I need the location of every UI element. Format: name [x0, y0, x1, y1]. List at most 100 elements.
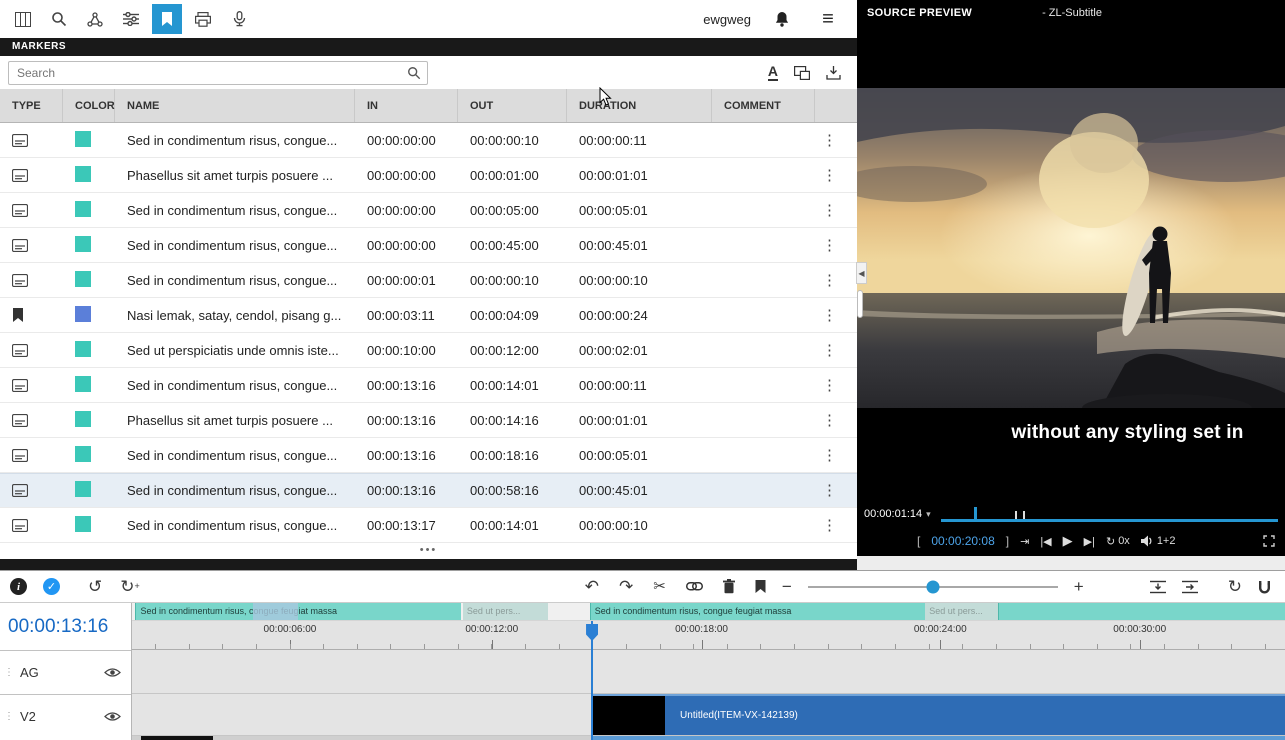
col-in[interactable]: IN [355, 89, 458, 122]
track-v2-lane[interactable]: Untitled(ITEM-VX-142139) [132, 694, 1285, 736]
table-row[interactable]: Sed in condimentum risus, congue... 00:0… [0, 508, 857, 543]
zoom-in-icon[interactable]: + [1074, 578, 1084, 595]
subtitle-clip[interactable] [253, 603, 298, 620]
snap-magnet-icon[interactable] [1258, 580, 1271, 594]
timeline-timecode[interactable]: 00:00:13:16 [0, 603, 131, 650]
table-row[interactable]: Phasellus sit amet turpis posuere ... 00… [0, 158, 857, 193]
col-out[interactable]: OUT [458, 89, 567, 122]
panel-grid-icon[interactable] [8, 4, 38, 34]
overlay-windows-icon[interactable] [792, 64, 812, 82]
history-undo-icon[interactable]: ↺ [88, 578, 102, 595]
next-frame-icon[interactable]: ▶| [1084, 535, 1095, 548]
table-row[interactable]: Sed in condimentum risus, congue... 00:0… [0, 193, 857, 228]
row-menu-icon[interactable]: ⋮ [816, 412, 843, 429]
preview-timecode[interactable]: 00:00:01:14 [864, 508, 922, 520]
microphone-icon[interactable] [224, 4, 254, 34]
zoom-slider-handle[interactable] [926, 580, 939, 593]
col-type[interactable]: TYPE [0, 89, 63, 122]
subtitle-clip[interactable]: Sed ut pers... [463, 603, 548, 620]
audio-channels[interactable]: 1+2 [1141, 535, 1176, 547]
table-row[interactable]: Sed in condimentum risus, congue... 00:0… [0, 438, 857, 473]
redo-icon[interactable]: ↷ [619, 578, 633, 595]
row-menu-icon[interactable]: ⋮ [816, 377, 843, 394]
track-drag-handle[interactable]: ⋮ [4, 711, 12, 722]
collapse-panel-icon[interactable]: ◀ [856, 262, 867, 284]
search-icon[interactable] [44, 4, 74, 34]
subtitle-clip[interactable]: Sed in condimentum risus, congue feugiat… [135, 603, 460, 620]
menu-icon[interactable]: ≡ [813, 4, 843, 34]
row-menu-icon[interactable]: ⋮ [816, 342, 843, 359]
add-marker-icon[interactable] [755, 580, 766, 593]
fullscreen-icon[interactable] [1263, 535, 1275, 547]
row-menu-icon[interactable]: ⋮ [816, 307, 843, 324]
sliders-icon[interactable] [116, 4, 146, 34]
delete-trash-icon[interactable] [723, 579, 735, 594]
refresh-timeline-icon[interactable]: ↻ [1228, 578, 1242, 595]
subtitle-clip[interactable]: Sed in condimentum risus, congue feugiat… [590, 603, 926, 620]
panel-resize-handle[interactable]: ••• [0, 543, 857, 559]
table-row[interactable]: Phasellus sit amet turpis posuere ... 00… [0, 403, 857, 438]
subtitle-clip[interactable]: Sed ut pers... [925, 603, 998, 620]
row-menu-icon[interactable]: ⋮ [816, 482, 843, 499]
info-icon[interactable]: i [10, 578, 27, 595]
scrubber-playhead[interactable] [974, 507, 977, 519]
device-icon[interactable] [188, 4, 218, 34]
col-duration[interactable]: DURATION [567, 89, 712, 122]
timeline-ruler[interactable]: 00:00:06:0000:00:12:0000:00:18:0000:00:2… [132, 621, 1285, 650]
track-header[interactable]: ⋮ V2 [0, 694, 131, 738]
refresh-add-icon[interactable]: ↻+ [120, 578, 140, 595]
track-partial-lane[interactable] [132, 736, 1285, 740]
row-menu-icon[interactable]: ⋮ [816, 447, 843, 464]
row-menu-icon[interactable]: ⋮ [816, 517, 843, 534]
overwrite-clip-icon[interactable] [1182, 580, 1198, 594]
panel-scrollbar[interactable] [857, 290, 863, 318]
table-row[interactable]: Sed in condimentum risus, congue... 00:0… [0, 263, 857, 298]
track-ag-lane[interactable] [132, 650, 1285, 694]
row-menu-icon[interactable]: ⋮ [816, 167, 843, 184]
import-markers-icon[interactable] [824, 63, 843, 82]
notifications-bell-icon[interactable] [767, 4, 797, 34]
video-preview[interactable] [857, 88, 1285, 408]
timeline-playhead[interactable] [591, 621, 593, 740]
timeline-tracks-area[interactable]: Sed in condimentum risus, congue feugiat… [132, 603, 1285, 740]
track-header[interactable]: ⋮ AG [0, 650, 131, 694]
username[interactable]: ewgweg [703, 12, 751, 27]
search-box[interactable] [8, 61, 428, 85]
table-row[interactable]: Sed ut perspiciatis unde omnis iste... 0… [0, 333, 857, 368]
track-visibility-eye-icon[interactable] [100, 667, 125, 678]
chevron-down-icon[interactable]: ▾ [926, 509, 931, 520]
goto-in-icon[interactable]: ⇥ [1020, 535, 1029, 548]
insert-clip-icon[interactable] [1150, 580, 1166, 594]
row-menu-icon[interactable]: ⋮ [816, 237, 843, 254]
row-menu-icon[interactable]: ⋮ [816, 202, 843, 219]
video-clip[interactable]: Untitled(ITEM-VX-142139) [592, 694, 1285, 735]
track-visibility-eye-icon[interactable] [100, 711, 125, 722]
play-icon[interactable]: ▶ [1063, 533, 1073, 549]
table-row[interactable]: Nasi lemak, satay, cendol, pisang g... 0… [0, 298, 857, 333]
table-row[interactable]: Sed in condimentum risus, congue... 00:0… [0, 123, 857, 158]
row-menu-icon[interactable]: ⋮ [816, 132, 843, 149]
markers-tool-button[interactable] [152, 4, 182, 34]
zoom-out-icon[interactable]: − [782, 578, 792, 595]
approve-check-icon[interactable]: ✓ [43, 578, 60, 595]
undo-icon[interactable]: ↶ [585, 578, 599, 595]
track-drag-handle[interactable]: ⋮ [4, 667, 12, 678]
table-row[interactable]: Sed in condimentum risus, congue... 00:0… [0, 368, 857, 403]
link-icon[interactable] [686, 582, 703, 591]
mark-in-bracket[interactable]: [ [917, 534, 920, 548]
col-comment[interactable]: COMMENT [712, 89, 815, 122]
preview-scrubber[interactable] [941, 506, 1278, 522]
zoom-slider[interactable] [808, 586, 1058, 588]
table-row[interactable]: Sed in condimentum risus, congue... 00:0… [0, 228, 857, 263]
col-name[interactable]: NAME [115, 89, 355, 122]
row-menu-icon[interactable]: ⋮ [816, 272, 843, 289]
search-input[interactable] [9, 66, 407, 80]
col-color[interactable]: COLOR [63, 89, 115, 122]
razor-scissors-icon[interactable]: ✂ [653, 579, 666, 594]
mark-out-bracket[interactable]: ] [1006, 534, 1009, 548]
font-style-icon[interactable]: A [766, 62, 780, 83]
workflow-icon[interactable] [80, 4, 110, 34]
table-row[interactable]: Sed in condimentum risus, congue... 00:0… [0, 473, 857, 508]
subtitle-clip[interactable] [998, 603, 1285, 620]
speed-control[interactable]: ↻ 0x [1106, 535, 1130, 548]
